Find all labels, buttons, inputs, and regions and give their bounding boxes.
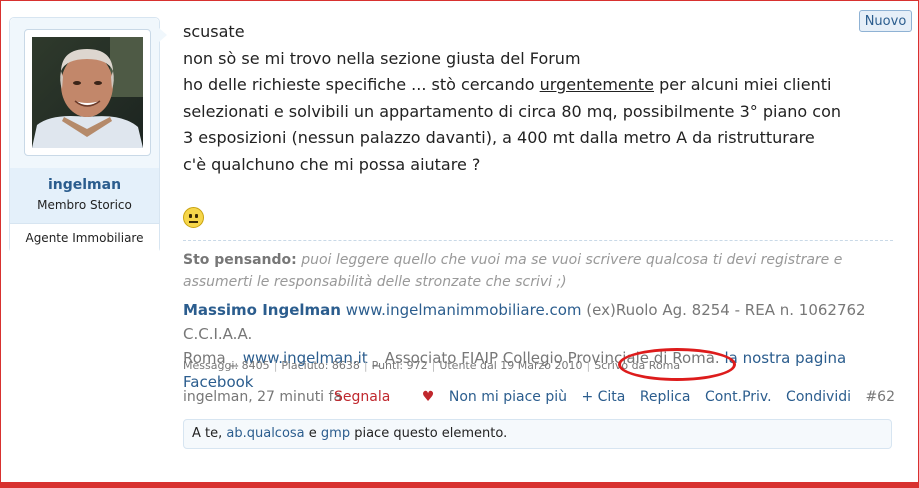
message-line: ho delle richieste specifiche ... stò ce…	[183, 72, 863, 99]
likes-prefix: A te,	[192, 426, 227, 441]
new-badge: Nuovo	[859, 10, 912, 32]
card-pointer	[159, 28, 167, 42]
status-message: Sto pensando: puoi leggere quello che vu…	[183, 249, 893, 293]
reply-button[interactable]: Replica	[640, 389, 691, 405]
message-line: non sò se mi trovo nella sezione giusta …	[183, 48, 581, 68]
heart-icon: ♥	[421, 389, 435, 405]
likes-summary: A te, ab.qualcosa e gmp piace questo ele…	[183, 419, 892, 449]
post-time[interactable]: , 27 minuti fa	[248, 389, 342, 405]
stat-points[interactable]: Punti: 972	[372, 359, 428, 372]
signature: Massimo Ingelman www.ingelmanimmobiliare…	[183, 298, 903, 394]
post-number[interactable]: #62	[865, 389, 895, 405]
liker-link[interactable]: ab.qualcosa	[226, 426, 304, 441]
stat-joined: Utente dal 19 Marzo 2010	[439, 359, 583, 372]
user-card: ingelman Membro Storico Agente Immobilia…	[9, 17, 167, 253]
report-link[interactable]: Segnala	[334, 389, 390, 405]
likes-suffix: piace questo elemento.	[350, 426, 508, 441]
post-meta: ingelman, 27 minuti fa	[183, 389, 342, 405]
user-stats: Messaggi: 8405 | Piaciuto: 8638 | Punti: 972…	[183, 359, 681, 372]
user-banner: Agente Immobiliare	[10, 223, 159, 253]
message-line: 3 esposizioni (nessun palazzo davanti), …	[183, 128, 815, 147]
message-body: scusate non sò se mi trovo nella sezione…	[183, 19, 863, 178]
stat-messages[interactable]: Messaggi: 8405	[183, 359, 270, 372]
separator	[183, 240, 893, 241]
username-link[interactable]: ingelman	[10, 177, 159, 193]
avatar-frame[interactable]	[24, 29, 151, 156]
highlight-ellipse	[618, 348, 736, 381]
message-line: selezionati e solvibili un appartamento …	[183, 101, 842, 121]
unlike-button[interactable]: ♥ Non mi piace più	[412, 389, 567, 405]
liker-link[interactable]: gmp	[321, 426, 350, 441]
poster-link[interactable]: ingelman	[183, 389, 248, 405]
signature-link-site[interactable]: www.ingelmanimmobiliare.com	[346, 301, 582, 319]
status-label: Sto pensando:	[183, 252, 297, 268]
stat-likes[interactable]: Piaciuto: 8638	[281, 359, 360, 372]
quote-button[interactable]: + Cita	[581, 389, 625, 405]
smiley-icon	[183, 207, 204, 228]
message-text: ho delle richieste specifiche ... stò ce…	[183, 75, 540, 94]
user-title: Membro Storico	[37, 198, 132, 212]
post-actions: ingelman, 27 minuti fa Segnala ♥ Non mi …	[183, 389, 895, 407]
message-line: c'è qualchuno che mi possa aiutare ?	[183, 154, 481, 174]
message-line: scusate	[183, 22, 245, 41]
avatar[interactable]	[32, 37, 143, 148]
underlined-word: urgentemente	[539, 75, 655, 94]
share-button[interactable]: Condividi	[786, 389, 851, 405]
private-contact-button[interactable]: Cont.Priv.	[705, 389, 772, 405]
frame-bottom-border	[0, 482, 919, 488]
unlike-label: Non mi piace più	[448, 389, 567, 405]
signature-name: Massimo Ingelman	[183, 301, 341, 319]
likes-and: e	[304, 426, 321, 441]
message-text: per alcuni miei clienti	[654, 75, 832, 94]
